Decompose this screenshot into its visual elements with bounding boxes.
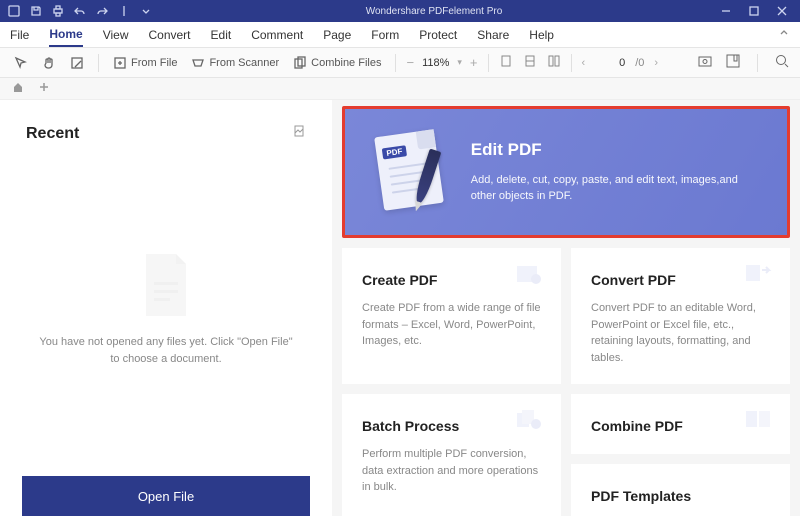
toolbar-separator <box>98 54 99 72</box>
menu-help[interactable]: Help <box>529 24 554 46</box>
batch-process-card[interactable]: Batch Process Perform multiple PDF conve… <box>342 394 561 516</box>
print-icon[interactable] <box>52 5 64 17</box>
from-file-label: From File <box>131 57 177 69</box>
page-total: /0 <box>635 57 644 69</box>
toolbar-separator <box>757 54 758 72</box>
create-pdf-desc: Create PDF from a wide range of file for… <box>362 300 541 350</box>
menu-convert[interactable]: Convert <box>148 24 190 46</box>
toolbar-separator <box>571 54 572 72</box>
menu-protect[interactable]: Protect <box>419 24 457 46</box>
zoom-dropdown-icon[interactable]: ▾ <box>457 57 462 68</box>
pdf-templates-card[interactable]: PDF Templates <box>571 464 790 516</box>
edit-pdf-hero-icon: PDF <box>373 127 443 217</box>
menu-home[interactable]: Home <box>49 23 82 47</box>
menu-file[interactable]: File <box>10 24 29 46</box>
search-icon[interactable] <box>774 53 790 72</box>
edit-pdf-title: Edit PDF <box>471 140 759 160</box>
create-pdf-icon <box>515 262 543 284</box>
pdf-templates-title: PDF Templates <box>591 488 770 504</box>
create-pdf-card[interactable]: Create PDF Create PDF from a wide range … <box>342 248 561 384</box>
menu-edit[interactable]: Edit <box>211 24 232 46</box>
recent-empty-text: You have not opened any files yet. Click… <box>36 334 296 367</box>
combine-files-label: Combine Files <box>311 57 381 69</box>
zoom-value: 118% <box>422 57 449 69</box>
menu-comment[interactable]: Comment <box>251 24 303 46</box>
minimize-icon[interactable] <box>720 5 732 17</box>
combine-pdf-card[interactable]: Combine PDF <box>571 394 790 454</box>
batch-process-icon <box>515 408 543 430</box>
prev-page-button[interactable]: ‹ <box>582 57 586 69</box>
fit-page-icon[interactable] <box>523 54 537 71</box>
from-file-button[interactable]: From File <box>109 54 181 72</box>
screenshot-icon[interactable] <box>697 53 713 72</box>
qat-dropdown-icon[interactable] <box>140 5 152 17</box>
fit-width-icon[interactable] <box>499 54 513 71</box>
home-tab-icon[interactable] <box>12 80 24 98</box>
page-current-input[interactable] <box>595 57 625 69</box>
convert-pdf-card[interactable]: Convert PDF Convert PDF to an editable W… <box>571 248 790 384</box>
zoom-out-button[interactable]: − <box>406 55 414 70</box>
menu-page[interactable]: Page <box>323 24 351 46</box>
next-page-button[interactable]: › <box>654 57 658 69</box>
qat-divider-icon <box>118 5 130 17</box>
new-tab-icon[interactable] <box>38 80 50 98</box>
open-file-button[interactable]: Open File <box>22 476 310 516</box>
save-icon[interactable] <box>30 5 42 17</box>
menu-view[interactable]: View <box>103 24 129 46</box>
undo-icon[interactable] <box>74 5 86 17</box>
toolbar-separator <box>488 54 489 72</box>
maximize-icon[interactable] <box>748 5 760 17</box>
hand-tool-icon[interactable] <box>38 54 60 72</box>
menu-form[interactable]: Form <box>371 24 399 46</box>
convert-pdf-icon <box>744 262 772 284</box>
batch-process-desc: Perform multiple PDF conversion, data ex… <box>362 446 541 496</box>
edit-tool-icon[interactable] <box>66 54 88 72</box>
convert-pdf-desc: Convert PDF to an editable Word, PowerPo… <box>591 300 770 366</box>
edit-pdf-hero[interactable]: PDF Edit PDF Add, delete, cut, copy, pas… <box>342 106 790 238</box>
recent-settings-icon[interactable] <box>292 124 306 143</box>
app-title: Wondershare PDFelement Pro <box>160 6 708 17</box>
redo-icon[interactable] <box>96 5 108 17</box>
empty-doc-icon <box>138 252 194 318</box>
app-logo-icon <box>8 5 20 17</box>
from-scanner-button[interactable]: From Scanner <box>187 54 283 72</box>
from-scanner-label: From Scanner <box>209 57 279 69</box>
bookmark-icon[interactable] <box>725 53 741 72</box>
zoom-in-button[interactable]: + <box>470 55 478 70</box>
edit-pdf-desc: Add, delete, cut, copy, paste, and edit … <box>471 172 759 205</box>
close-icon[interactable] <box>776 5 788 17</box>
recent-heading: Recent <box>26 125 79 143</box>
menu-share[interactable]: Share <box>477 24 509 46</box>
combine-files-button[interactable]: Combine Files <box>289 54 385 72</box>
combine-pdf-icon <box>744 408 772 430</box>
recent-panel: Recent You have not opened any files yet… <box>0 100 332 516</box>
select-tool-icon[interactable] <box>10 54 32 72</box>
toolbar-separator <box>395 54 396 72</box>
collapse-ribbon-icon[interactable] <box>778 27 790 42</box>
fit-actual-icon[interactable] <box>547 54 561 71</box>
